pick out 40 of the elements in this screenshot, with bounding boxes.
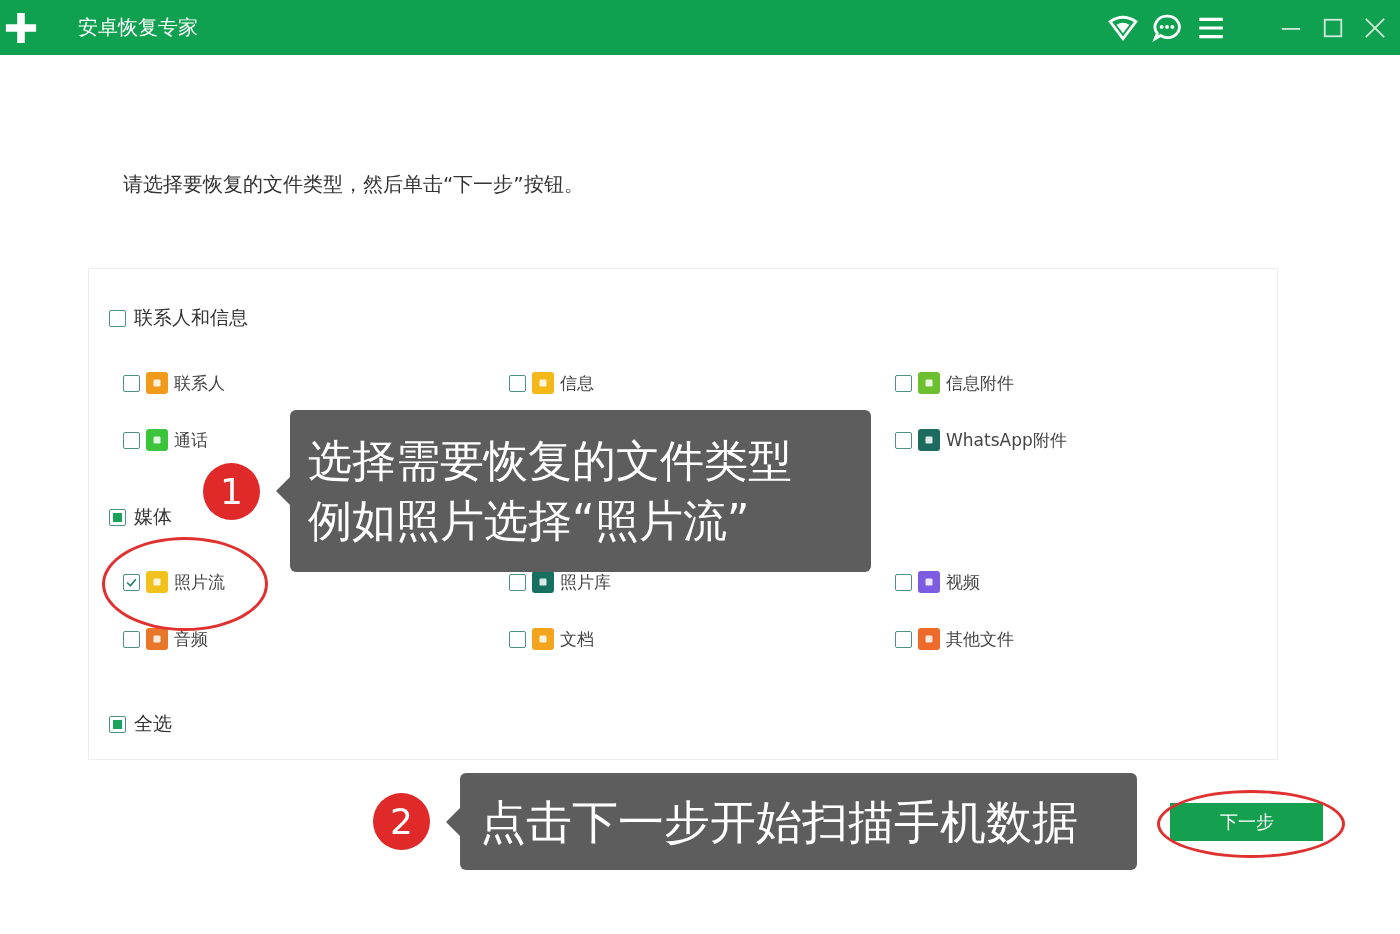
item-checkbox[interactable]	[895, 431, 912, 449]
item-checkbox[interactable]	[123, 573, 140, 591]
item-label: 信息附件	[946, 371, 1014, 395]
item-checkbox[interactable]	[509, 630, 526, 648]
item-label: 音频	[174, 627, 208, 651]
item-checkbox[interactable]	[123, 374, 140, 392]
select-all-label: 全选	[134, 711, 172, 736]
maximize-icon[interactable]	[1322, 16, 1344, 39]
chat-icon[interactable]	[1152, 12, 1182, 43]
item-checkbox[interactable]	[123, 630, 140, 648]
item-checkbox[interactable]	[123, 431, 140, 449]
item-label: 照片流	[174, 570, 225, 594]
item-checkbox[interactable]	[895, 573, 912, 591]
group-checkbox[interactable]	[109, 508, 126, 526]
select-all-checkbox[interactable]	[109, 715, 126, 733]
group-label: 媒体	[134, 504, 172, 529]
step-number-badge: 1	[203, 462, 260, 520]
callout-text: 选择需要恢复的文件类型	[308, 434, 793, 488]
item-checkbox[interactable]	[895, 630, 912, 648]
item-label: 视频	[946, 570, 980, 594]
item-label: 文档	[560, 627, 594, 651]
instruction-text: 请选择要恢复的文件类型，然后单击“下一步”按钮。	[123, 171, 585, 198]
item-label: 照片库	[560, 570, 611, 594]
item-checkbox[interactable]	[509, 573, 526, 591]
callout-text: 点击下一步开始扫描手机数据	[480, 793, 1079, 851]
plus-logo-icon	[4, 10, 38, 45]
step-number-badge: 2	[373, 793, 430, 850]
next-button[interactable]: 下一步	[1170, 803, 1323, 841]
item-label: 信息	[560, 371, 594, 395]
item-checkbox[interactable]	[509, 374, 526, 392]
item-checkbox[interactable]	[895, 374, 912, 392]
callout-text: 例如照片选择“照片流”	[308, 494, 751, 548]
item-label: 其他文件	[946, 627, 1014, 651]
group-checkbox[interactable]	[109, 309, 126, 327]
window-title: 安卓恢复专家	[78, 14, 198, 41]
item-label: 联系人	[174, 371, 225, 395]
item-label: 通话	[174, 428, 208, 452]
item-label: WhatsApp附件	[946, 428, 1067, 452]
close-icon[interactable]	[1364, 16, 1386, 39]
group-label: 联系人和信息	[134, 305, 248, 330]
